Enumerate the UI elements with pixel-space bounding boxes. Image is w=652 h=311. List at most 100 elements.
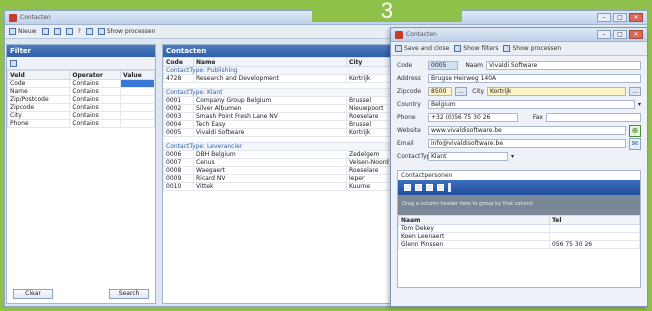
filter-value-cell[interactable] bbox=[120, 79, 155, 88]
website-field[interactable]: www.vivaldisoftware.be bbox=[428, 126, 626, 135]
filter-table: Veld Operator Value Code Contains Name Con… bbox=[6, 70, 155, 128]
city-lookup-button[interactable]: … bbox=[629, 87, 641, 96]
help-button[interactable]: ? bbox=[78, 28, 81, 35]
filter-row[interactable]: Zip/Postcode Contains bbox=[6, 95, 155, 104]
process-icon bbox=[503, 45, 511, 52]
show-processes-button[interactable]: Show processen bbox=[503, 45, 561, 52]
cp-col-tel[interactable]: Tel bbox=[549, 215, 640, 225]
address-field[interactable]: Brugse Heirweg 140A bbox=[428, 74, 641, 83]
minimize-button[interactable]: – bbox=[597, 13, 611, 22]
editor-title: Contacten bbox=[406, 31, 437, 38]
cp-col-naam[interactable]: Naam bbox=[398, 215, 550, 225]
code-field[interactable]: 0005 bbox=[428, 61, 458, 70]
delete-icon[interactable] bbox=[426, 184, 433, 191]
save-icon bbox=[395, 45, 402, 52]
phone-field[interactable]: +32 (0)56 75 30 26 bbox=[428, 113, 518, 122]
group-row[interactable]: ContactType: Leverancier bbox=[163, 142, 397, 151]
contactpersonen-toolbar bbox=[398, 180, 640, 195]
zipcode-field[interactable]: 8500 bbox=[428, 87, 452, 96]
table-row[interactable]: 0001 Company Group Belgium Brussel bbox=[163, 96, 397, 105]
table-row[interactable]: 4728 Research and Development Kortrijk bbox=[163, 74, 397, 83]
filter-icon bbox=[454, 45, 462, 52]
editor-titlebar: Contacten – □ ✕ bbox=[391, 28, 647, 42]
filter-col-veld[interactable]: Veld bbox=[6, 70, 71, 80]
search-button[interactable]: Search bbox=[109, 289, 149, 299]
process-icon bbox=[97, 28, 105, 35]
step-badge: 3 bbox=[312, 0, 462, 22]
filter-icon[interactable] bbox=[10, 60, 17, 67]
close-button[interactable]: ✕ bbox=[629, 13, 643, 22]
clear-button[interactable]: Clear bbox=[13, 289, 53, 299]
table-row[interactable]: 0002 Silver Albumen Nieuwpoort bbox=[163, 104, 397, 113]
table-row[interactable]: 0003 Smash Point Fresh Lane NV Roeselare bbox=[163, 112, 397, 121]
table-row[interactable]: 0005 Vivaldi Software Kortrijk bbox=[163, 128, 397, 137]
editor-minimize-button[interactable]: – bbox=[597, 30, 611, 39]
filter-title: Filter bbox=[7, 45, 155, 57]
contactpersonen-title: Contactpersonen bbox=[401, 172, 453, 179]
name-field[interactable]: Vivaldi Software bbox=[486, 61, 641, 70]
contacttype-select[interactable]: Klant bbox=[428, 152, 508, 161]
filter-row[interactable]: Zipcode Contains bbox=[6, 103, 155, 112]
table-row[interactable]: 0006 DBH Belgium Zedelgem bbox=[163, 150, 397, 159]
table-row[interactable]: 0004 Tech Easy Brussel bbox=[163, 120, 397, 129]
contactpersonen-table: Naam Tel Tom Dekey Koen Leenaert Glenn P… bbox=[398, 215, 640, 249]
contacts-table: Code Name City ContactType: Publishing 4… bbox=[163, 57, 397, 191]
new-icon bbox=[9, 28, 16, 35]
contact-editor-window: Contacten – □ ✕ Save and close Show filt… bbox=[390, 27, 648, 307]
add-icon[interactable] bbox=[404, 184, 411, 191]
fax-field[interactable] bbox=[546, 113, 641, 122]
table-row[interactable]: 0010 Vittek Kuurne bbox=[163, 182, 397, 191]
filter-row[interactable]: Name Contains bbox=[6, 87, 155, 96]
contacts-title: Contacten bbox=[163, 45, 397, 57]
window-controls: – □ ✕ bbox=[597, 13, 647, 22]
table-row[interactable]: 0009 Ricard NV Ieper bbox=[163, 174, 397, 183]
contactpersonen-box: Contactpersonen Drag a column header her… bbox=[397, 170, 641, 288]
group-drop-area[interactable]: Drag a column header here to group by th… bbox=[398, 195, 640, 215]
editor-close-button[interactable]: ✕ bbox=[629, 30, 643, 39]
globe-icon[interactable]: ⊕ bbox=[629, 124, 641, 137]
refresh-icon[interactable] bbox=[85, 28, 93, 35]
contacttype-chevron-icon[interactable]: ▾ bbox=[511, 153, 514, 160]
table-row[interactable]: Tom Dekey bbox=[398, 224, 640, 233]
toolbar-separator bbox=[448, 183, 451, 192]
chevron-down-icon[interactable]: ▾ bbox=[638, 101, 641, 108]
contacts-panel: Contacten Code Name City ContactType: Pu… bbox=[162, 44, 398, 304]
maximize-button[interactable]: □ bbox=[613, 13, 627, 22]
filter-panel: Filter Veld Operator Value Code Contains … bbox=[6, 44, 156, 304]
print-icon[interactable] bbox=[53, 28, 61, 35]
contacts-col-city[interactable]: City bbox=[346, 57, 397, 67]
email-field[interactable]: info@vivaldisoftware.be bbox=[428, 139, 626, 148]
filter-buttons: Clear Search bbox=[7, 289, 155, 299]
app-icon bbox=[9, 13, 17, 22]
save-icon[interactable] bbox=[41, 28, 49, 35]
edit-icon[interactable] bbox=[415, 184, 422, 191]
show-processen-button[interactable]: Show processen bbox=[97, 28, 155, 35]
filter-row[interactable]: Code Contains bbox=[6, 79, 155, 88]
country-select[interactable]: Belgium bbox=[428, 100, 635, 109]
contacts-col-name[interactable]: Name bbox=[193, 57, 347, 67]
zipcode-lookup-button[interactable]: … bbox=[455, 87, 467, 96]
save-and-close-button[interactable]: Save and close bbox=[395, 45, 449, 52]
table-row[interactable]: 0007 Cenus Velsen-Noord bbox=[163, 158, 397, 167]
filter-subbar bbox=[7, 57, 155, 70]
new-button[interactable]: Nieuw bbox=[9, 28, 37, 35]
contacts-col-code[interactable]: Code bbox=[163, 57, 194, 67]
export-icon[interactable] bbox=[65, 28, 73, 35]
filter-col-operator[interactable]: Operator bbox=[69, 70, 121, 80]
filter-row[interactable]: City Contains bbox=[6, 111, 155, 120]
mail-icon[interactable]: ✉ bbox=[629, 137, 641, 150]
group-row[interactable]: ContactType: Klant bbox=[163, 88, 397, 97]
editor-maximize-button[interactable]: □ bbox=[613, 30, 627, 39]
city-field[interactable]: Kortrijk bbox=[487, 87, 626, 96]
filter-col-value[interactable]: Value bbox=[120, 70, 155, 80]
refresh-icon[interactable] bbox=[437, 184, 444, 191]
table-row[interactable]: Koen Leenaert bbox=[398, 232, 640, 241]
editor-toolbar: Save and close Show filters Show process… bbox=[391, 42, 647, 56]
window-title: Contacten bbox=[20, 14, 51, 21]
table-row[interactable]: Glenn Pinssen 056 75 30 26 bbox=[398, 240, 640, 249]
editor-window-controls: – □ ✕ bbox=[597, 30, 647, 39]
show-filters-button[interactable]: Show filters bbox=[454, 45, 498, 52]
table-row[interactable]: 0008 Waegaert Roeselare bbox=[163, 166, 397, 175]
group-row[interactable]: ContactType: Publishing bbox=[163, 66, 397, 75]
filter-row[interactable]: Phone Contains bbox=[6, 119, 155, 128]
